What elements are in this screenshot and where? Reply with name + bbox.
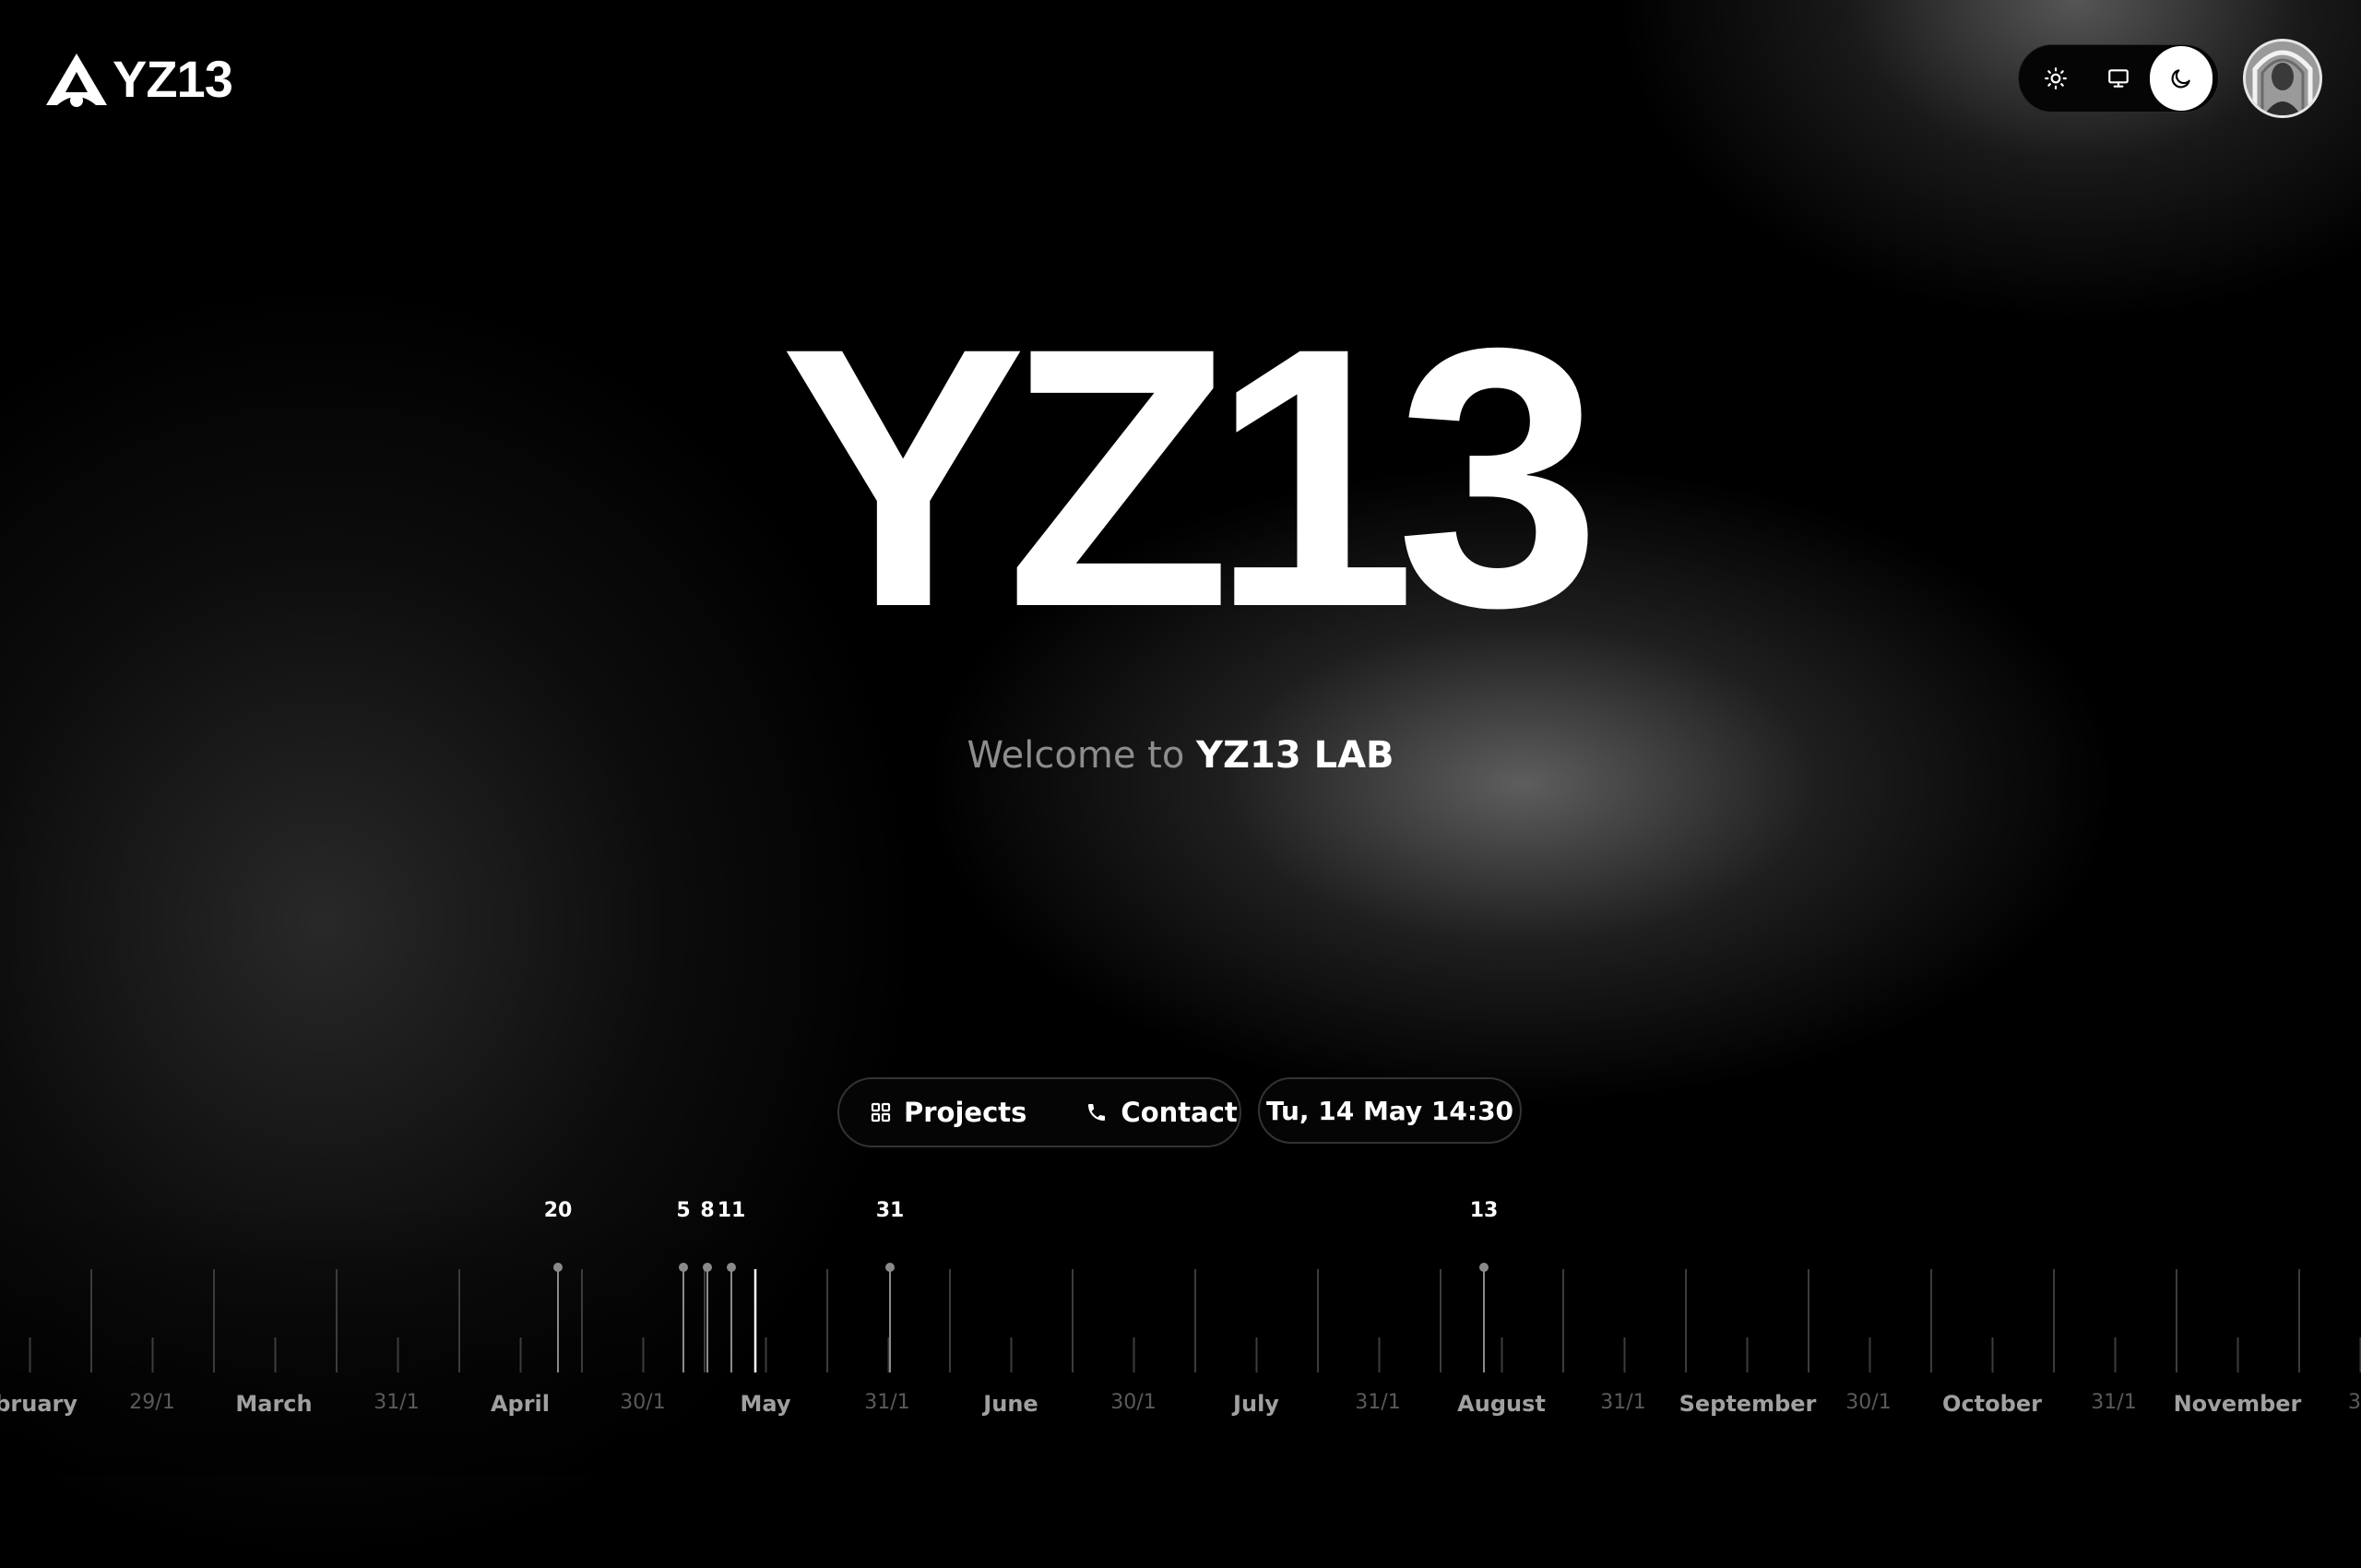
- welcome-text: Welcome to YZ13 LAB: [0, 734, 2361, 777]
- timeline-event-dot: [553, 1263, 563, 1272]
- timeline-event-marker[interactable]: 13: [1470, 1199, 1499, 1372]
- theme-light-button[interactable]: [2024, 46, 2087, 111]
- timeline-event-dot: [727, 1263, 736, 1272]
- timeline-event-dot: [1479, 1263, 1489, 1272]
- timeline-date-label: 30/1: [620, 1391, 665, 1414]
- projects-button[interactable]: Projects: [871, 1097, 1026, 1128]
- welcome-name: YZ13 LAB: [1196, 734, 1394, 777]
- timeline-month-label: April: [491, 1391, 550, 1417]
- timeline-month-label: August: [1457, 1391, 1546, 1417]
- welcome-prefix: Welcome to: [967, 734, 1185, 777]
- timeline-month-label: March: [235, 1391, 312, 1417]
- timeline-event-dot: [703, 1263, 712, 1272]
- nav-pill: Projects Contact: [837, 1077, 1241, 1147]
- timeline-month-label: November: [2174, 1391, 2302, 1417]
- moon-icon: [2171, 69, 2190, 89]
- timeline-event-day: 13: [1470, 1199, 1499, 1222]
- timeline-event-day: 20: [544, 1199, 573, 1222]
- monitor-icon: [2108, 69, 2129, 88]
- theme-system-button[interactable]: [2087, 46, 2150, 111]
- avatar[interactable]: [2243, 39, 2322, 118]
- theme-switcher[interactable]: [2018, 44, 2219, 113]
- timeline-month-label: ebruary: [0, 1391, 77, 1417]
- timeline-month-label: July: [1231, 1391, 1279, 1417]
- logo[interactable]: YZ13: [44, 50, 233, 108]
- contact-label: Contact: [1121, 1097, 1238, 1128]
- timeline-month-label: May: [741, 1391, 791, 1417]
- timeline-event-marker[interactable]: 11: [718, 1199, 746, 1372]
- theme-dark-button[interactable]: [2150, 46, 2213, 111]
- timeline-month-label: October: [1942, 1391, 2042, 1417]
- datetime-text: Tu, 14 May 14:30: [1265, 1095, 1514, 1126]
- timeline-date-label: 30/1: [1845, 1391, 1891, 1414]
- contact-button[interactable]: Contact: [1086, 1097, 1238, 1128]
- timeline-event-marker[interactable]: 5: [676, 1199, 691, 1372]
- grid-icon: [871, 1102, 891, 1123]
- sun-icon: [2045, 67, 2067, 89]
- hero-title: YZ13: [779, 271, 1601, 683]
- timeline-event-day: 5: [676, 1199, 690, 1222]
- projects-label: Projects: [904, 1097, 1027, 1128]
- timeline-date-label: 31/1: [374, 1391, 419, 1414]
- timeline[interactable]: ebruary 29/1 March 31/1 April 30/1 May 31/1 June…: [0, 1181, 2361, 1476]
- timeline-date-label: 29/1: [129, 1391, 174, 1414]
- timeline-event-day: 31: [876, 1199, 905, 1222]
- timeline-event-marker[interactable]: 8: [700, 1199, 715, 1372]
- timeline-event-day: 11: [718, 1199, 746, 1222]
- timeline-month-label: June: [981, 1391, 1038, 1417]
- datetime-badge: Tu, 14 May 14:30: [1258, 1077, 1522, 1144]
- timeline-event-marker[interactable]: 20: [544, 1199, 573, 1372]
- timeline-date-label: 30/1: [1110, 1391, 1156, 1414]
- timeline-date-label: 31/1: [864, 1391, 909, 1414]
- timeline-date-label: 30: [2348, 1391, 2361, 1414]
- timeline-date-label: 31/1: [1355, 1391, 1400, 1414]
- timeline-event-marker[interactable]: 31: [876, 1199, 905, 1372]
- timeline-event-day: 8: [700, 1199, 714, 1222]
- timeline-event-dot: [885, 1263, 895, 1272]
- logo-text: YZ13: [113, 50, 233, 108]
- timeline-date-label: 31/1: [2091, 1391, 2136, 1414]
- timeline-event-dot: [679, 1263, 688, 1272]
- avatar-image: [2246, 42, 2319, 115]
- timeline-date-label: 31/1: [1600, 1391, 1645, 1414]
- logo-mark-icon: [46, 53, 107, 107]
- phone-icon: [1088, 1104, 1106, 1121]
- timeline-month-label: September: [1679, 1391, 1817, 1417]
